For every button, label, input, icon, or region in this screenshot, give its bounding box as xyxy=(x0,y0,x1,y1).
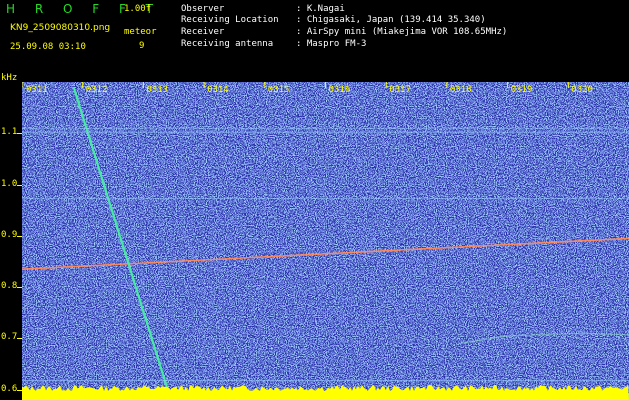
y-tick-label: 0.6 xyxy=(1,383,18,394)
station-value-observer: : K.Nagai xyxy=(296,4,345,14)
station-value-receiver: : AirSpy mini (Miakejima VOR 108.65MHz) xyxy=(296,27,508,37)
y-tick-label: 0.9 xyxy=(1,229,18,240)
x-tick-label: 0317 xyxy=(389,85,411,95)
y-tick-label: 1.0 xyxy=(1,178,18,189)
y-tick-label: 0.8 xyxy=(1,281,18,292)
file-name: KN9_2509080310.png xyxy=(10,23,111,33)
x-tick-label: 0318 xyxy=(450,85,472,95)
station-value-location: : Chigasaki, Japan (139.414 35.340) xyxy=(296,15,486,25)
x-tick-label: 0320 xyxy=(571,85,593,95)
station-label-antenna: Receiving antenna xyxy=(181,39,274,49)
y-tick-label: 0.7 xyxy=(1,332,18,343)
meteor-label: meteor xyxy=(124,27,157,37)
y-axis-unit: kHz xyxy=(1,73,18,83)
x-tick-label: 0312 xyxy=(86,85,108,95)
station-value-antenna: : Maspro FM-3 xyxy=(296,39,367,49)
station-label-observer: Observer xyxy=(181,4,225,14)
x-tick-label: 0315 xyxy=(268,85,290,95)
x-tick-label: 0313 xyxy=(146,85,168,95)
meteor-count: 9 xyxy=(139,41,145,51)
app-version: 1.00f xyxy=(124,4,152,14)
hrofft-window: H R O F F T 1.00f KN9_2509080310.png met… xyxy=(0,0,629,400)
station-label-location: Receiving Location xyxy=(181,15,279,25)
x-tick-label: 0316 xyxy=(329,85,351,95)
spectrogram-plot: 0311 0312 0313 0314 0315 0316 0317 0318 0319 0320 xyxy=(22,82,629,400)
timestamp: 25.09.08 03:10 xyxy=(10,42,86,52)
x-tick-label: 0311 xyxy=(26,85,48,95)
x-tick-label: 0319 xyxy=(511,85,533,95)
y-tick-label: 1.1 xyxy=(1,127,18,138)
x-tick-label: 0314 xyxy=(207,85,229,95)
spectrogram-svg: 0311 0312 0313 0314 0315 0316 0317 0318 0319 0320 xyxy=(22,82,629,400)
station-label-receiver: Receiver xyxy=(181,27,225,37)
